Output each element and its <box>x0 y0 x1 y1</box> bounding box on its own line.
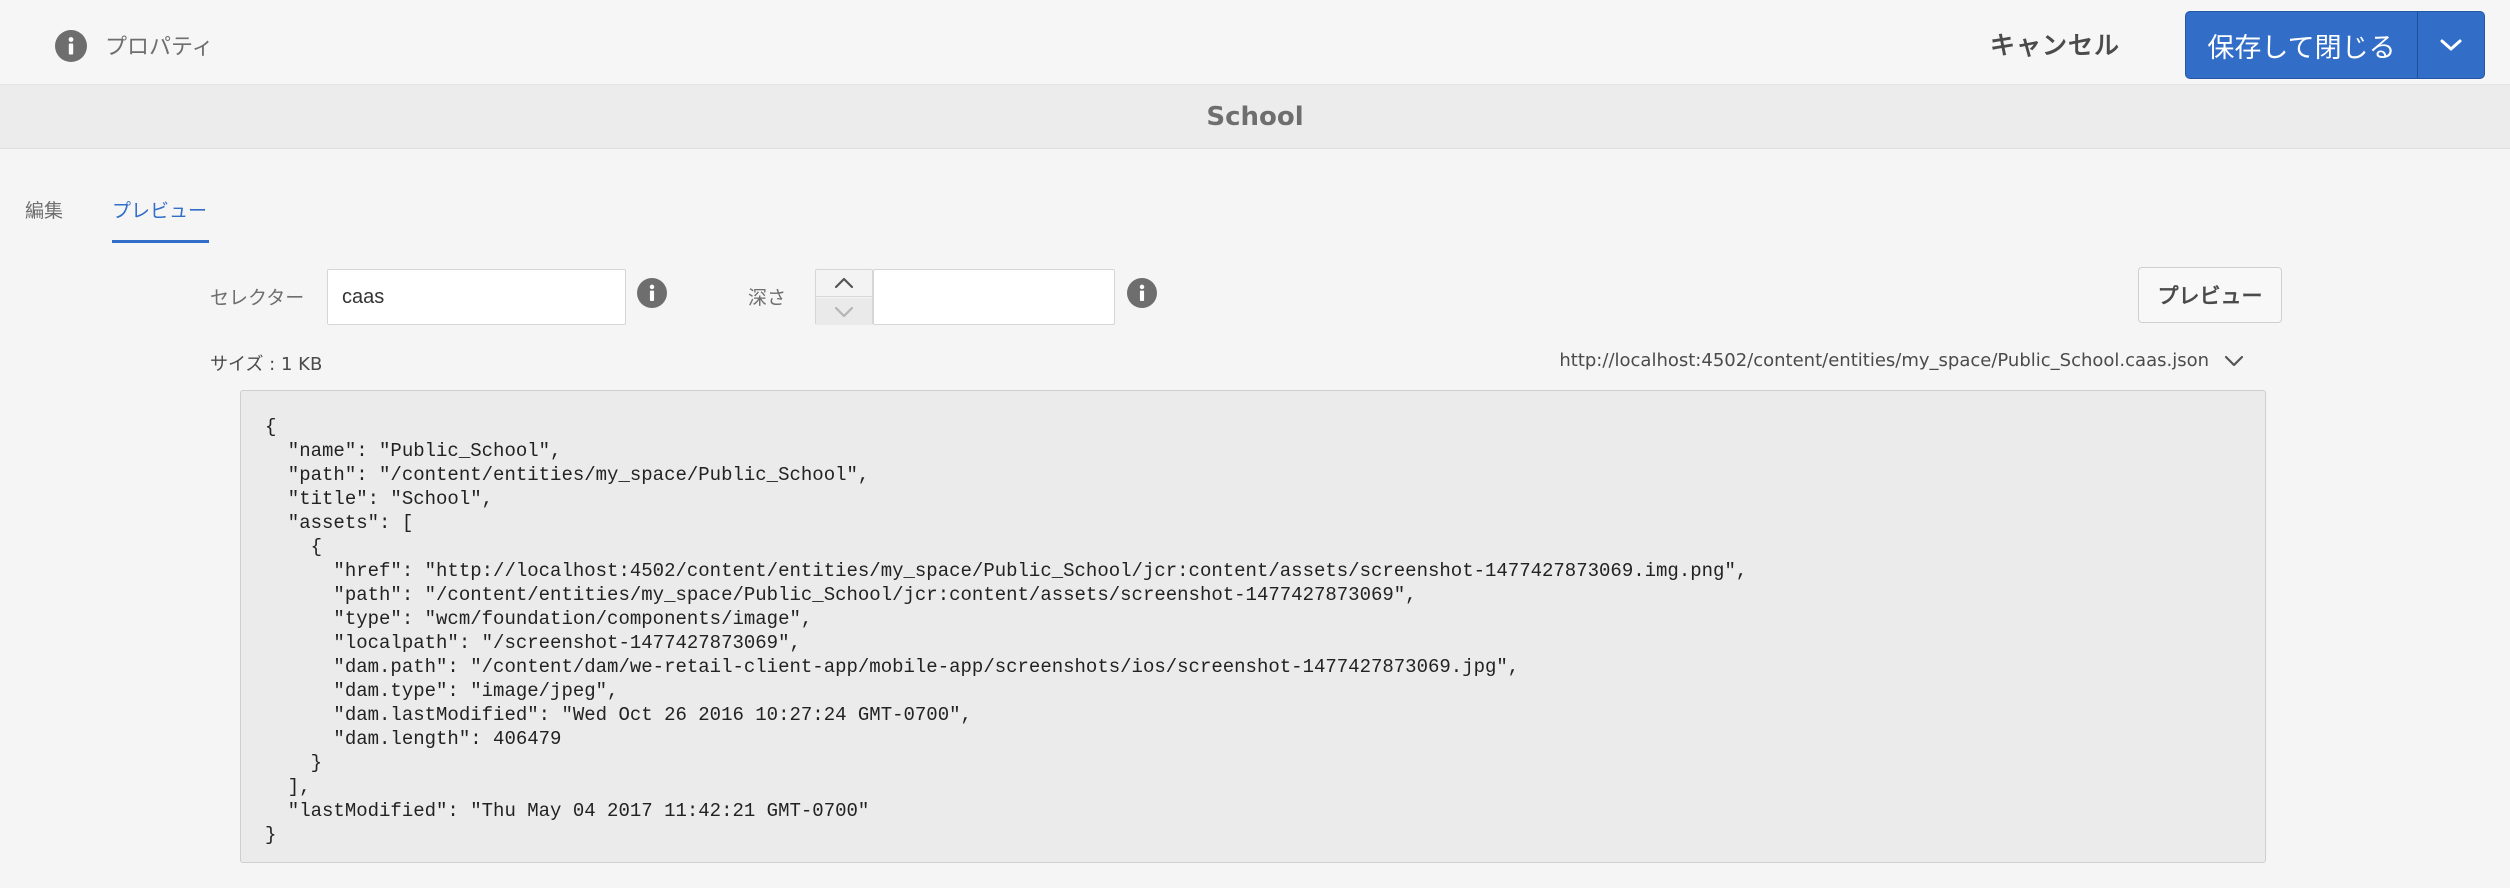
save-and-close-button[interactable]: 保存して閉じる <box>2186 12 2418 78</box>
result-url: http://localhost:4502/content/entities/m… <box>1559 350 2209 371</box>
depth-info-icon[interactable] <box>1127 278 1157 308</box>
depth-label: 深さ <box>748 287 787 309</box>
depth-input[interactable] <box>873 269 1115 325</box>
top-toolbar: プロパティ キャンセル 保存して閉じる <box>0 0 2510 85</box>
save-options-button[interactable] <box>2418 12 2484 78</box>
depth-stepper <box>815 269 873 325</box>
selector-input[interactable] <box>327 269 626 325</box>
chevron-down-icon <box>2440 39 2462 51</box>
url-dropdown-toggle[interactable] <box>2224 352 2244 371</box>
selector-info-icon[interactable] <box>637 278 667 308</box>
page-title: プロパティ <box>105 35 214 60</box>
active-tab-indicator <box>112 240 209 243</box>
chevron-up-icon <box>834 277 854 289</box>
component-title: School <box>1206 101 1304 132</box>
depth-decrement-button[interactable] <box>816 298 872 325</box>
component-title-bar: School <box>0 85 2510 149</box>
chevron-down-icon <box>834 306 854 317</box>
json-output: { "name": "Public_School", "path": "/con… <box>265 416 1748 846</box>
save-and-close-button-group: 保存して閉じる <box>2185 11 2485 79</box>
selector-label: セレクター <box>210 287 305 309</box>
tab-edit[interactable]: 編集 <box>25 196 63 223</box>
json-output-panel: { "name": "Public_School", "path": "/con… <box>240 390 2266 863</box>
info-icon <box>55 30 87 62</box>
preview-button[interactable]: プレビュー <box>2138 267 2282 323</box>
cancel-button[interactable]: キャンセル <box>1990 26 2120 62</box>
chevron-down-icon <box>2224 355 2244 367</box>
depth-increment-button[interactable] <box>816 270 872 297</box>
tab-preview[interactable]: プレビュー <box>112 196 207 223</box>
result-size: サイズ : 1 KB <box>210 354 323 375</box>
